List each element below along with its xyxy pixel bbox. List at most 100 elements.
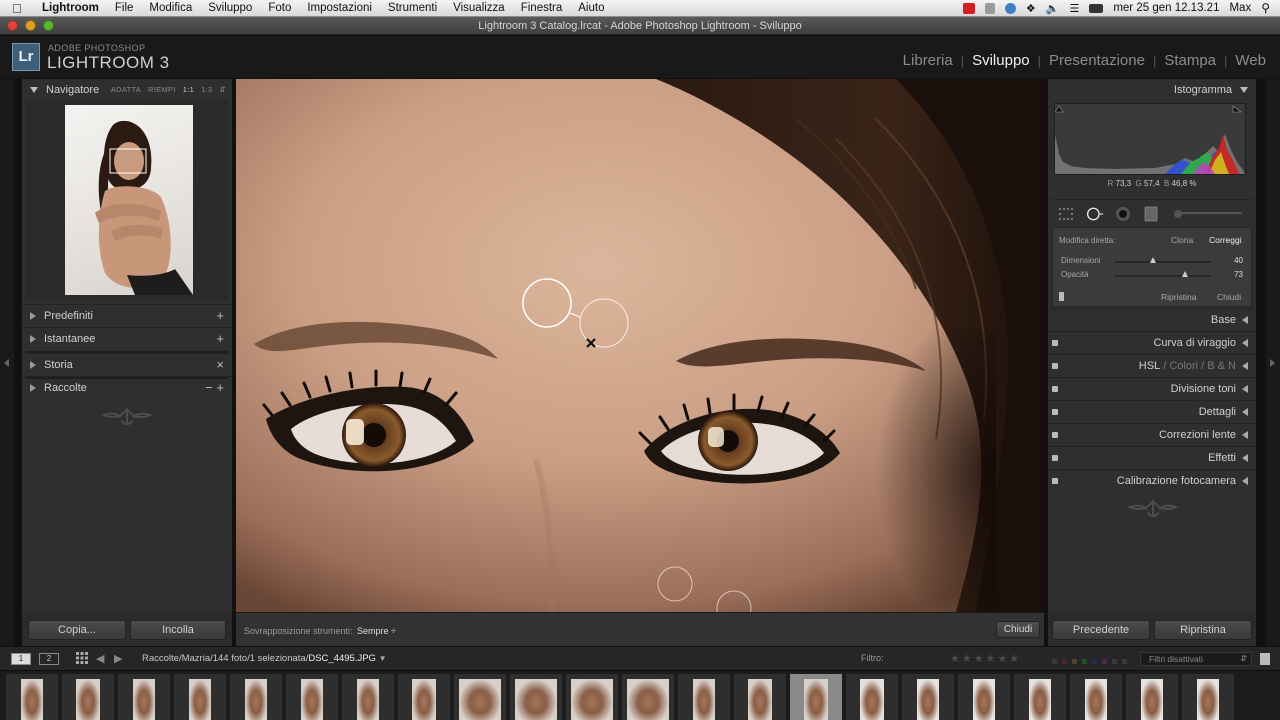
bluetooth-icon[interactable]: ❖ [1026, 2, 1036, 15]
copy-button[interactable]: Copia... [28, 620, 126, 640]
menu-impostazioni[interactable]: Impostazioni [299, 2, 380, 14]
filmstrip-thumbnail[interactable] [510, 674, 562, 720]
filmstrip-thumbnail[interactable] [342, 674, 394, 720]
filmstrip-thumbnail[interactable] [902, 674, 954, 720]
panel-switch-icon[interactable] [1052, 431, 1058, 438]
section-hsl-label[interactable]: HSL [1139, 360, 1160, 372]
menu-app[interactable]: Lightroom [34, 2, 107, 14]
filmstrip-thumbnail[interactable] [678, 674, 730, 720]
section-hsl[interactable]: HSL / Colori / B & N [1048, 354, 1256, 376]
menu-strumenti[interactable]: Strumenti [380, 2, 445, 14]
filmstrip[interactable] [0, 670, 1280, 720]
section-color-label[interactable]: Colori [1169, 360, 1198, 372]
presets-section[interactable]: Predefiniti + [22, 304, 232, 326]
primary-window-button[interactable]: 1 [11, 653, 31, 665]
rating-filter[interactable]: ★★★★★★ [950, 652, 1021, 665]
module-presentazione[interactable]: Presentazione [1041, 52, 1153, 69]
histogram[interactable] [1054, 103, 1246, 175]
grid-view-icon[interactable] [76, 652, 88, 664]
panel-switch-icon[interactable] [1052, 477, 1058, 484]
heal-mode-button[interactable]: Correggi [1209, 235, 1242, 245]
color-label-filter[interactable] [1052, 656, 1130, 664]
clock[interactable]: mer 25 gen 12.13.21 [1113, 2, 1219, 14]
tool-status-icon[interactable] [984, 2, 995, 14]
collapse-right-icon[interactable] [1270, 359, 1275, 367]
paste-button[interactable]: Incolla [130, 620, 226, 640]
filter-preset-dropdown[interactable]: Filtri disattivati ⇵ [1140, 652, 1252, 666]
add-preset-icon[interactable]: + [216, 308, 224, 323]
photo-canvas[interactable] [236, 79, 1044, 612]
spot-close-button[interactable]: Chiudi [1217, 292, 1241, 302]
filmstrip-thumbnail[interactable] [118, 674, 170, 720]
filter-lock-icon[interactable] [1260, 653, 1270, 665]
filmstrip-thumbnail[interactable] [398, 674, 450, 720]
record-status-icon[interactable] [962, 2, 975, 14]
section-base[interactable]: Base [1048, 308, 1256, 330]
opacity-slider[interactable] [1115, 271, 1211, 277]
navigator-photo[interactable] [65, 105, 193, 295]
crop-overlay-icon[interactable] [1058, 205, 1076, 223]
display-icon[interactable] [1089, 3, 1104, 13]
zoom-fill[interactable]: RIEMPI [148, 85, 176, 94]
menu-aiuto[interactable]: Aiuto [570, 2, 612, 14]
filmstrip-thumbnail[interactable] [6, 674, 58, 720]
section-detail[interactable]: Dettagli [1048, 400, 1256, 422]
close-tool-button[interactable]: Chiudi [996, 621, 1040, 638]
spot-reset-button[interactable]: Ripristina [1161, 292, 1196, 302]
collections-section[interactable]: Raccolte − + [22, 376, 232, 398]
add-snapshot-icon[interactable]: + [216, 331, 224, 346]
filmstrip-thumbnail[interactable] [454, 674, 506, 720]
adjustment-brush-icon[interactable] [1170, 205, 1244, 223]
clear-history-icon[interactable]: × [216, 357, 224, 372]
filmstrip-thumbnail[interactable] [286, 674, 338, 720]
navigator-header[interactable]: Navigatore ADATTA RIEMPI 1:1 1:3 ⇵ [22, 79, 232, 101]
menu-finestra[interactable]: Finestra [513, 2, 571, 14]
collapse-left-icon[interactable] [4, 359, 9, 367]
spotlight-search-icon[interactable]: ⚲ [1261, 1, 1270, 15]
collection-actions-icon[interactable]: − + [205, 380, 224, 395]
panel-switch-icon[interactable] [1052, 362, 1058, 369]
module-libreria[interactable]: Libreria [895, 52, 961, 69]
clone-mode-button[interactable]: Clona [1171, 235, 1193, 245]
opacity-value[interactable]: 73 [1223, 270, 1243, 279]
spot-removal-icon[interactable] [1086, 205, 1104, 223]
filmstrip-thumbnail[interactable] [174, 674, 226, 720]
volume-icon[interactable]: 🔈 [1046, 2, 1060, 15]
red-eye-icon[interactable] [1114, 205, 1132, 223]
path-dropdown-icon[interactable]: ▼ [379, 654, 387, 663]
filmstrip-thumbnail[interactable] [1126, 674, 1178, 720]
graduated-filter-icon[interactable] [1142, 205, 1160, 223]
menu-visualizza[interactable]: Visualizza [445, 2, 513, 14]
filmstrip-thumbnail[interactable] [622, 674, 674, 720]
filmstrip-thumbnail[interactable] [1182, 674, 1234, 720]
forward-arrow-icon[interactable]: ▶ [114, 652, 122, 665]
wifi-icon[interactable]: ☰ [1069, 2, 1079, 15]
section-split-toning[interactable]: Divisione toni [1048, 377, 1256, 399]
section-tone-curve[interactable]: Curva di viraggio [1048, 331, 1256, 353]
panel-switch-icon[interactable] [1052, 408, 1058, 415]
size-slider[interactable] [1115, 257, 1211, 263]
filmstrip-thumbnail[interactable] [958, 674, 1010, 720]
panel-switch-icon[interactable] [1052, 385, 1058, 392]
section-lens-corrections[interactable]: Correzioni lente [1048, 423, 1256, 445]
menu-sviluppo[interactable]: Sviluppo [200, 2, 260, 14]
left-panel-edge[interactable] [0, 79, 14, 646]
zoom-1-1[interactable]: 1:1 [183, 85, 194, 94]
filmstrip-thumbnail[interactable] [566, 674, 618, 720]
source-path[interactable]: Raccolte/Mazria/144 foto/1 selezionata/D… [142, 653, 387, 664]
previous-settings-button[interactable]: Precedente [1052, 620, 1150, 640]
zoom-menu-icon[interactable]: ⇵ [219, 85, 226, 94]
menu-modifica[interactable]: Modifica [141, 2, 200, 14]
filmstrip-thumbnail[interactable] [846, 674, 898, 720]
user-name[interactable]: Max [1229, 2, 1251, 14]
section-camera-calibration[interactable]: Calibrazione fotocamera [1048, 469, 1256, 491]
sync-status-icon[interactable] [1004, 2, 1016, 14]
size-value[interactable]: 40 [1223, 256, 1243, 265]
filmstrip-thumbnail[interactable] [1070, 674, 1122, 720]
opacity-slider-thumb[interactable] [1182, 271, 1189, 277]
menu-file[interactable]: File [107, 2, 142, 14]
tool-overlay-dropdown[interactable]: Sempre ÷ [357, 626, 396, 636]
main-photo-image[interactable] [236, 79, 1044, 612]
section-effects[interactable]: Effetti [1048, 446, 1256, 468]
panel-switch-icon[interactable] [1052, 454, 1058, 461]
